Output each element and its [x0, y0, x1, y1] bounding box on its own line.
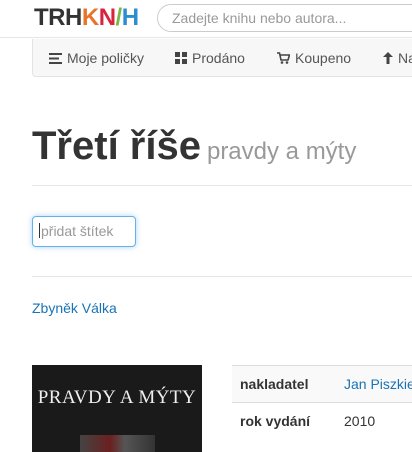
tag-placeholder: přidat štítek [41, 223, 114, 239]
search-placeholder: Zadejte knihu nebo autora... [172, 10, 347, 26]
book-title: Třetí říše [32, 124, 201, 168]
book-subtitle: pravdy a mýty [206, 138, 357, 165]
detail-key: rok vydání [232, 402, 336, 440]
logo-letter: R [48, 4, 66, 31]
detail-key: nakladatel [232, 365, 336, 403]
detail-value: 2010 [336, 402, 412, 440]
nav-item-prodano[interactable]: Prodáno [175, 39, 245, 77]
tag-input[interactable]: přidat štítek [32, 216, 136, 247]
book-details-table: nakladatel Jan Piszkie rok vydání 2010 [232, 365, 412, 440]
logo-letter: H [65, 4, 82, 31]
arrow-up-icon [383, 52, 393, 64]
detail-value: Jan Piszkie [336, 365, 412, 403]
table-row: rok vydání 2010 [232, 402, 412, 440]
logo-letter: H [121, 4, 139, 31]
logo-letter: K [81, 4, 99, 31]
nav-item-koupeno[interactable]: Koupeno [277, 39, 351, 77]
nav-item-na[interactable]: Na [383, 39, 412, 77]
logo-letter: T [34, 4, 49, 31]
cover-title: PRAVDY A MÝTY [37, 387, 197, 408]
nav-item-label: Koupeno [295, 50, 352, 66]
nav-item-label: Na [398, 50, 412, 66]
divider [32, 185, 412, 186]
book-cover[interactable]: PRAVDY A MÝTY [32, 365, 202, 452]
list-icon [49, 53, 62, 64]
grid-icon [175, 52, 187, 64]
table-row: nakladatel Jan Piszkie [232, 365, 412, 403]
cart-icon [277, 52, 291, 64]
author-link[interactable]: Zbyněk Válka [32, 300, 117, 316]
main-nav: Moje poličky Prodáno Koupeno Na [32, 39, 412, 77]
page-title: Třetí říše pravdy a mýty [32, 124, 356, 169]
top-header: TRHKN/H Zadejte knihu nebo autora... [0, 0, 412, 38]
logo-letter: N [98, 4, 116, 31]
search-input[interactable]: Zadejte knihu nebo autora... [157, 4, 412, 32]
publisher-link[interactable]: Jan Piszkie [344, 376, 412, 392]
site-logo[interactable]: TRHKN/H [34, 5, 139, 31]
nav-item-moje-policky[interactable]: Moje poličky [49, 39, 144, 77]
text-caret [39, 223, 40, 238]
cover-art [80, 435, 155, 452]
divider [32, 276, 412, 277]
nav-item-label: Prodáno [192, 50, 245, 66]
nav-item-label: Moje poličky [67, 50, 145, 66]
